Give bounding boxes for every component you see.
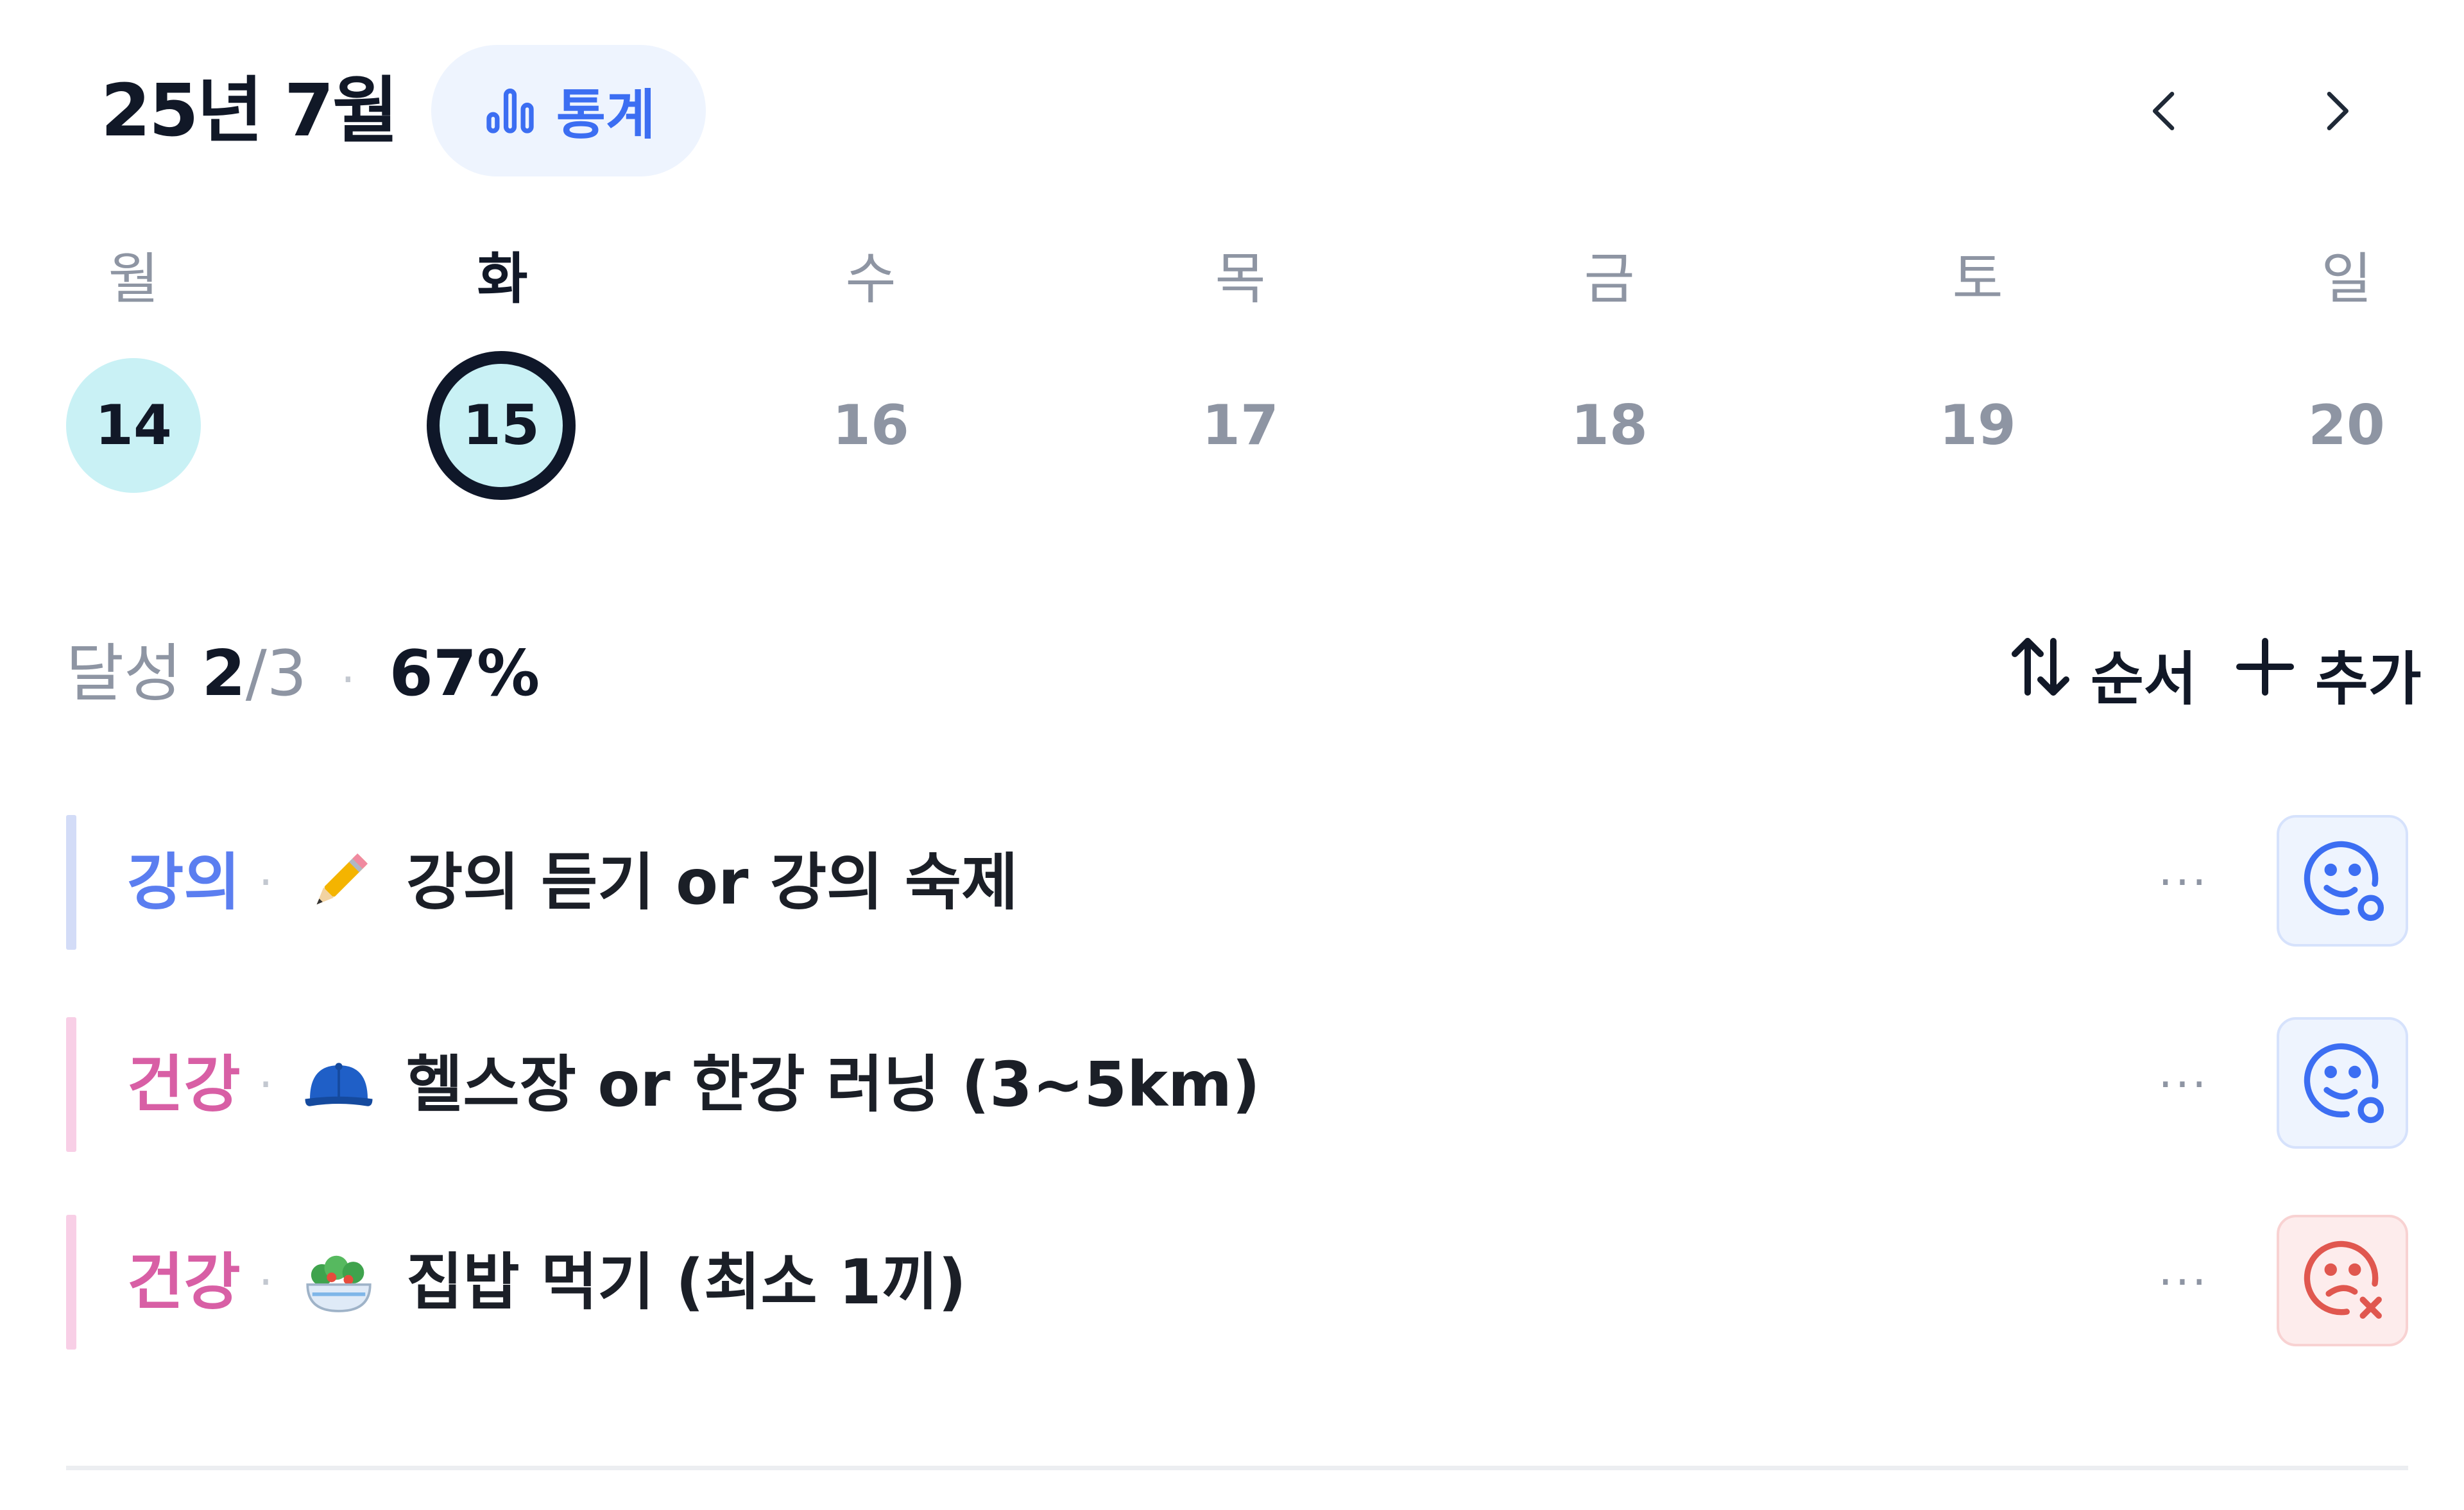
category-bar (66, 815, 76, 950)
date-cell[interactable]: 19 (1910, 358, 2045, 493)
smile-check-icon (2295, 1034, 2391, 1133)
prev-week-button[interactable] (2130, 77, 2201, 148)
date-cell[interactable]: 17 (1173, 358, 1308, 493)
achievement-label: 달성 (66, 637, 182, 710)
date-cell-selected[interactable]: 15 (427, 351, 576, 500)
plus-icon (2227, 628, 2304, 719)
bottom-divider (66, 1466, 2408, 1470)
chevron-left-icon (2140, 85, 2191, 139)
habit-separator: · (259, 1256, 273, 1308)
more-options-button[interactable]: ··· (2145, 850, 2222, 914)
habit-status-button[interactable] (2277, 1017, 2408, 1149)
achievement-slash: / (245, 637, 267, 710)
weekday-label: 금 (1584, 247, 1635, 311)
pencil-icon (300, 844, 377, 921)
category-bar (66, 1017, 76, 1152)
weekday-label: 화 (477, 247, 528, 311)
weekday-label: 월 (108, 247, 159, 311)
salad-bowl-icon (300, 1244, 377, 1321)
more-options-button[interactable]: ··· (2145, 1052, 2222, 1117)
habit-title: 집밥 먹기 (최소 1끼) (406, 1246, 967, 1318)
reorder-button[interactable]: 순서 (2002, 632, 2197, 716)
chevron-right-icon (2310, 85, 2361, 139)
smile-check-icon (2295, 832, 2391, 931)
month-title: 25년 7월 (101, 69, 398, 153)
habit-title: 강의 듣기 or 강의 숙제 (406, 846, 1018, 918)
habit-separator: · (259, 1058, 273, 1111)
achievement-percent: 67% (389, 637, 540, 710)
stats-label: 통계 (556, 83, 656, 146)
sort-arrows-icon (2002, 628, 2079, 719)
weekday-label: 일 (2321, 247, 2372, 311)
date-cell[interactable]: 18 (1542, 358, 1677, 493)
habit-row[interactable]: 건강 · 헬스장 or 한강 러닝 (3~5km) ··· (66, 1017, 2408, 1152)
habit-row[interactable]: 강의 · 강의 듣기 or 강의 숙제 ··· (66, 815, 2408, 950)
habit-separator: · (259, 856, 273, 909)
reorder-label: 순서 (2091, 646, 2197, 713)
date-cell[interactable]: 20 (2279, 358, 2414, 493)
habit-category: 강의 (127, 846, 241, 918)
weekday-label: 수 (845, 247, 896, 311)
bar-chart-icon (482, 82, 538, 141)
more-options-button[interactable]: ··· (2145, 1250, 2222, 1314)
cap-icon (300, 1046, 377, 1123)
habit-category: 건강 (127, 1049, 241, 1120)
weekday-label: 토 (1952, 247, 2003, 311)
add-label: 추가 (2315, 646, 2422, 713)
achievement-done: 2 (201, 637, 246, 710)
add-habit-button[interactable]: 추가 (2227, 632, 2422, 716)
weekday-label: 목 (1215, 247, 1266, 311)
category-bar (66, 1215, 76, 1350)
habit-tracker-page: 25년 7월 통계 월 화 수 목 금 토 일 14 15 16 17 18 1… (0, 0, 2464, 1510)
stats-button[interactable]: 통계 (431, 45, 706, 176)
habit-category: 건강 (127, 1246, 241, 1318)
habit-status-button[interactable] (2277, 1215, 2408, 1346)
habit-status-button[interactable] (2277, 815, 2408, 947)
summary-separator: · (341, 653, 355, 706)
achievement-total: 3 (266, 637, 307, 710)
next-week-button[interactable] (2300, 77, 2371, 148)
habit-title: 헬스장 or 한강 러닝 (3~5km) (406, 1049, 1260, 1120)
achievement-summary: 달성 2/3 · 67% (66, 632, 540, 721)
habit-row[interactable]: 건강 · 집밥 먹기 (최소 1끼) ··· (66, 1215, 2408, 1350)
date-cell-done[interactable]: 14 (66, 358, 201, 493)
sad-x-icon (2295, 1231, 2391, 1330)
date-cell[interactable]: 16 (803, 358, 938, 493)
